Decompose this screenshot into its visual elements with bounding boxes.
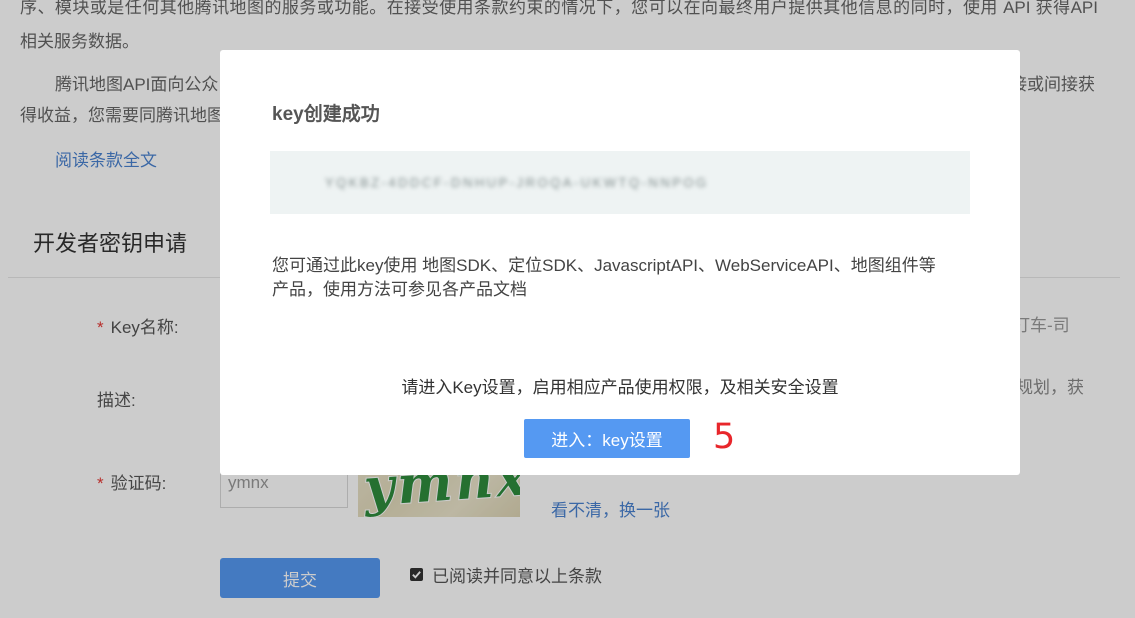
key-created-dialog: key创建成功 YQKBZ-4DDCF-DNHUP-JROQA-UKWTQ-NN… xyxy=(220,50,1020,475)
dialog-instruction: 请进入Key设置，启用相应产品使用权限，及相关安全设置 xyxy=(401,378,839,397)
annotation-number: 5 xyxy=(713,417,736,457)
key-value-text: YQKBZ-4DDCF-DNHUP-JROQA-UKWTQ-NNPOG xyxy=(325,175,709,190)
dialog-description-line-2: 产品，使用方法可参见各产品文档 xyxy=(272,280,527,299)
key-value-box: YQKBZ-4DDCF-DNHUP-JROQA-UKWTQ-NNPOG xyxy=(270,151,970,214)
go-to-key-settings-button[interactable]: 进入：key设置 xyxy=(524,419,690,458)
dialog-title: key创建成功 xyxy=(272,104,380,125)
dialog-description-line-1: 您可通过此key使用 地图SDK、定位SDK、JavascriptAPI、Web… xyxy=(272,256,936,275)
